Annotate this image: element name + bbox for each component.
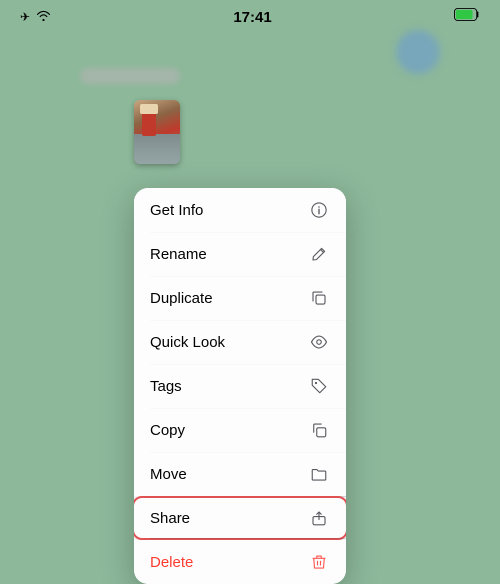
menu-item-delete[interactable]: Delete <box>134 540 346 584</box>
menu-item-copy[interactable]: Copy <box>134 408 346 452</box>
menu-item-duplicate[interactable]: Duplicate <box>134 276 346 320</box>
context-menu: Get Info Rename Duplicate <box>134 188 346 584</box>
info-icon <box>308 199 330 221</box>
file-thumbnail <box>134 100 180 164</box>
menu-item-get-info[interactable]: Get Info <box>134 188 346 232</box>
menu-label-duplicate: Duplicate <box>150 290 213 307</box>
share-icon <box>308 507 330 529</box>
menu-label-move: Move <box>150 466 187 483</box>
menu-item-rename[interactable]: Rename <box>134 232 346 276</box>
menu-label-rename: Rename <box>150 246 207 263</box>
status-right <box>454 8 480 26</box>
bg-name <box>80 68 180 84</box>
wifi-icon <box>36 10 51 24</box>
menu-label-quick-look: Quick Look <box>150 334 225 351</box>
bg-avatar <box>396 30 440 74</box>
time-display: 17:41 <box>233 9 271 26</box>
menu-item-move[interactable]: Move <box>134 452 346 496</box>
status-left: ✈ <box>20 10 51 24</box>
pencil-icon <box>308 243 330 265</box>
menu-label-copy: Copy <box>150 422 185 439</box>
menu-item-tags[interactable]: Tags <box>134 364 346 408</box>
menu-label-delete: Delete <box>150 554 193 571</box>
copy-icon <box>308 419 330 441</box>
folder-icon <box>308 463 330 485</box>
tag-icon <box>308 375 330 397</box>
menu-item-share[interactable]: Share <box>134 496 346 540</box>
menu-label-get-info: Get Info <box>150 202 203 219</box>
menu-label-tags: Tags <box>150 378 182 395</box>
battery-icon <box>454 8 480 26</box>
duplicate-icon <box>308 287 330 309</box>
airplane-icon: ✈ <box>20 10 30 24</box>
menu-item-quick-look[interactable]: Quick Look <box>134 320 346 364</box>
thumbnail-image <box>134 100 180 164</box>
trash-icon <box>308 551 330 573</box>
menu-label-share: Share <box>150 510 190 527</box>
status-bar: ✈ 17:41 <box>0 0 500 30</box>
eye-icon <box>308 331 330 353</box>
